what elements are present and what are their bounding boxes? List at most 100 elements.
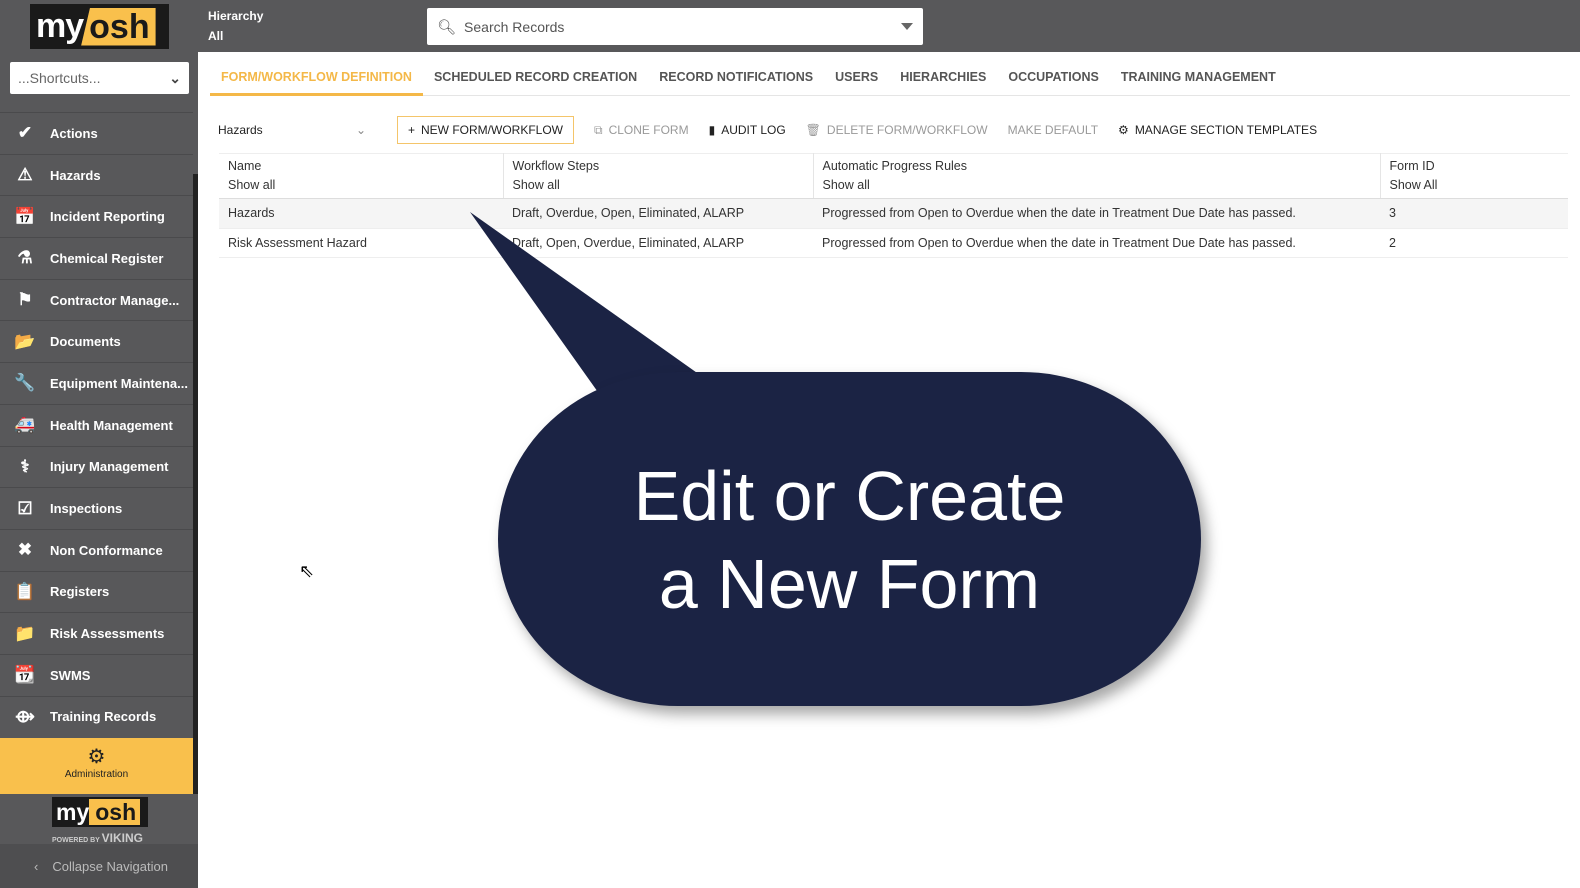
table-cell: Progressed from Open to Overdue when the… [813, 198, 1380, 229]
gears-icon: ⚙ [87, 746, 106, 768]
sidebar-item-documents[interactable]: 📂 Documents [0, 320, 193, 362]
module-icon: ⚕ [20, 456, 30, 476]
callout-line-2: a New Form [658, 545, 1041, 623]
sidebar-item-incident-reporting[interactable]: 📅 Incident Reporting [0, 195, 193, 237]
column-filter[interactable]: Show all [513, 176, 804, 195]
manage-section-templates-button[interactable]: ⚙ MANAGE SECTION TEMPLATES [1118, 123, 1317, 137]
audit-label: AUDIT LOG [721, 123, 786, 137]
search-input[interactable]: 🔍︎ Search Records [427, 8, 923, 45]
column-header[interactable]: Automatic Progress Rules Show all [813, 153, 1381, 199]
myosh-logo[interactable]: my osh [30, 4, 169, 49]
column-filter[interactable]: Show all [823, 176, 1371, 195]
module-icon: 📂 [14, 331, 36, 351]
sidebar-item-chemical-register[interactable]: ⚗ Chemical Register [0, 237, 193, 279]
delete-form-workflow-button[interactable]: 🗑︎ DELETE FORM/WORKFLOW [806, 123, 988, 137]
column-title: Name [228, 159, 262, 173]
manage-label: MANAGE SECTION TEMPLATES [1134, 123, 1318, 137]
tab-users[interactable]: USERS [824, 52, 889, 96]
tab-form-workflow-definition[interactable]: FORM/WORKFLOW DEFINITION [210, 52, 423, 96]
column-title: Workflow Steps [512, 159, 600, 173]
sidebar-item-actions[interactable]: ✔ Actions [0, 112, 193, 154]
sidebar-item-administration[interactable]: ⚙ Administration [0, 738, 193, 794]
column-filter[interactable]: Show All [1390, 176, 1560, 195]
logo-my: my [36, 7, 84, 45]
sidebar-item-risk-assessments[interactable]: 📁 Risk Assessments [0, 612, 193, 654]
sidebar-item-non-conformance[interactable]: ✖ Non Conformance [0, 528, 193, 571]
module-icon: 📁 [14, 623, 36, 643]
column-title: Automatic Progress Rules [822, 159, 968, 173]
sidebar-item-health-management[interactable]: 🚑 Health Management [0, 403, 193, 446]
search-icon: 🔍︎ [437, 18, 457, 36]
callout-line-1: Edit or Create [633, 457, 1066, 535]
default-label: MAKE DEFAULT [1007, 123, 1099, 137]
chevron-down-icon: ⌄ [169, 69, 181, 86]
table-row[interactable]: Hazards Draft, Overdue, Open, Eliminated,… [219, 198, 1568, 229]
table-cell: Progressed from Open to Overdue when the… [813, 228, 1380, 258]
table-cell: 3 [1380, 198, 1568, 229]
sidebar-item-training-records[interactable]: ⟴ Training Records [0, 695, 193, 738]
logo-osh: osh [81, 7, 156, 46]
table-row[interactable]: Risk Assessment Hazard Draft, Open, Overd… [219, 228, 1568, 258]
sidebar-item-contractor-manage[interactable]: ⚑ Contractor Manage... [0, 278, 193, 321]
sidebar-item-label: Equipment Maintena... [50, 375, 188, 391]
scrollbar[interactable] [193, 174, 198, 794]
forms-table: Name Show all Workflow Steps Show all Automa… [219, 153, 1568, 258]
sidebar-item-hazards[interactable]: ⚠ Hazards [0, 153, 193, 196]
callout-bubble: Edit or Create a New Form [498, 372, 1201, 706]
column-header[interactable]: Name Show all [219, 153, 504, 199]
tab-scheduled-record-creation[interactable]: SCHEDULED RECORD CREATION [423, 52, 648, 96]
sidebar-item-equipment-maintena[interactable]: 🔧 Equipment Maintena... [0, 362, 193, 404]
gear-icon: ⚙ [1118, 123, 1129, 137]
new-form-workflow-button[interactable]: + NEW FORM/WORKFLOW [397, 116, 574, 144]
sidebar-item-swms[interactable]: 📆 SWMS [0, 653, 193, 696]
copy-icon: ⧉ [594, 122, 603, 137]
search-placeholder: Search Records [464, 18, 565, 35]
module-icon: ☑ [17, 498, 33, 518]
admin-label: Administration [64, 769, 129, 780]
table-cell: Risk Assessment Hazard [219, 228, 503, 258]
table-cell: 2 [1380, 228, 1568, 258]
module-select[interactable]: Hazards ⌄ [218, 123, 370, 137]
sidebar-item-registers[interactable]: 📋 Registers [0, 570, 193, 613]
sidebar-item-label: Non Conformance [50, 542, 163, 558]
tab-hierarchies[interactable]: HIERARCHIES [889, 52, 997, 96]
powered-by: POWERED BY [52, 837, 100, 844]
sidebar-item-injury-management[interactable]: ⚕ Injury Management [0, 445, 193, 488]
sidebar: ...Shortcuts... ⌄ ✔ Actions ⚠ Hazards 📅 Incide… [0, 52, 198, 888]
column-header[interactable]: Workflow Steps Show all [503, 153, 814, 199]
chevron-down-icon[interactable] [901, 23, 913, 30]
chevron-down-icon: ⌄ [355, 123, 366, 137]
sidebar-item-label: Registers [50, 584, 110, 600]
collapse-navigation-button[interactable]: ‹ Collapse Navigation [0, 844, 198, 888]
hierarchy-selector[interactable]: Hierarchy All [208, 6, 263, 46]
sidebar-item-inspections[interactable]: ☑ Inspections [0, 487, 193, 529]
collapse-label: Collapse Navigation [52, 858, 168, 874]
module-icon: 📅 [14, 206, 36, 226]
viking-text: VIKING [101, 831, 144, 845]
shortcuts-select[interactable]: ...Shortcuts... ⌄ [10, 62, 189, 94]
column-header[interactable]: Form ID Show All [1380, 153, 1568, 199]
logo-osh: osh [89, 799, 141, 825]
clone-label: CLONE FORM [608, 123, 689, 137]
table-cell: Draft, Overdue, Open, Eliminated, ALARP [503, 198, 813, 229]
tab-training-management[interactable]: TRAINING MANAGEMENT [1110, 52, 1287, 96]
tab-occupations[interactable]: OCCUPATIONS [997, 52, 1110, 96]
sidebar-item-label: Training Records [50, 709, 157, 725]
sidebar-item-label: Documents [50, 334, 121, 350]
module-value: Hazards [218, 123, 263, 137]
table-cell: Hazards [219, 198, 503, 229]
sidebar-item-label: Risk Assessments [50, 626, 165, 642]
toolbar: Hazards ⌄ + NEW FORM/WORKFLOW ⧉ CLONE FORM … [218, 116, 1317, 144]
module-icon: ⚗ [17, 248, 33, 268]
make-default-button[interactable]: MAKE DEFAULT [1008, 123, 1098, 137]
sidebar-item-label: Health Management [50, 417, 173, 433]
module-icon: 🔧 [14, 373, 36, 393]
column-filter[interactable]: Show all [228, 176, 494, 195]
nav-list: ✔ Actions ⚠ Hazards 📅 Incident Reporting ⚗ Chem… [0, 112, 193, 737]
module-icon: ⚑ [17, 290, 33, 310]
tab-record-notifications[interactable]: RECORD NOTIFICATIONS [648, 52, 824, 96]
sidebar-item-label: Inspections [50, 501, 123, 517]
clone-form-button[interactable]: ⧉ CLONE FORM [594, 123, 689, 138]
audit-log-button[interactable]: ▮ AUDIT LOG [709, 123, 786, 137]
table-cell: Draft, Open, Overdue, Eliminated, ALARP [503, 228, 813, 258]
